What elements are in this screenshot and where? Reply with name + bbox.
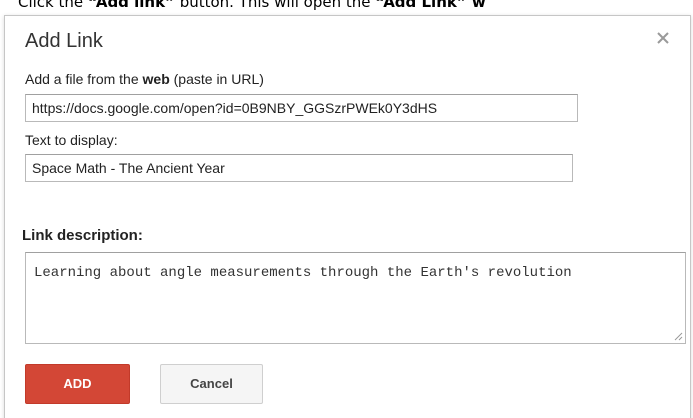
link-description-text: Learning about angle measurements throug… xyxy=(34,265,572,281)
instruction-add-link: “Add link” xyxy=(87,0,175,11)
page: Click the “Add link” button. This will o… xyxy=(0,0,693,418)
add-button[interactable]: ADD xyxy=(25,364,130,404)
display-text-input[interactable]: Space Math - The Ancient Year xyxy=(25,154,573,182)
url-label-pre: Add a file from the xyxy=(25,71,143,87)
instruction-pre: Click the xyxy=(18,0,88,11)
link-description-textarea[interactable]: Learning about angle measurements throug… xyxy=(25,252,686,344)
close-icon[interactable] xyxy=(654,29,672,47)
instruction-text: Click the “Add link” button. This will o… xyxy=(18,0,693,12)
url-label-post: (paste in URL) xyxy=(169,71,264,87)
url-label-web: web xyxy=(142,71,170,87)
instruction-mid: button. This will open the xyxy=(174,0,376,11)
cancel-button[interactable]: Cancel xyxy=(160,364,263,404)
display-text-label: Text to display: xyxy=(25,132,118,148)
resize-handle-icon[interactable] xyxy=(674,332,683,341)
link-description-label: Link description: xyxy=(22,227,143,244)
url-input[interactable]: https://docs.google.com/open?id=0B9NBY_G… xyxy=(25,94,578,122)
instruction-add-link-window: “Add Link” w xyxy=(375,0,486,11)
add-link-dialog: Add Link Add a file from the web (paste … xyxy=(4,15,691,418)
dialog-title: Add Link xyxy=(25,30,103,52)
url-label: Add a file from the web (paste in URL) xyxy=(25,70,264,88)
